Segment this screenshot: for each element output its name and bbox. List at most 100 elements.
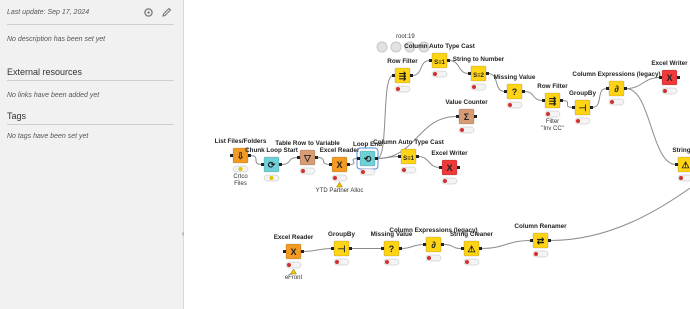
output-port[interactable] <box>474 115 477 118</box>
connection-line[interactable] <box>625 88 677 165</box>
output-port[interactable] <box>416 155 419 158</box>
configure-icon[interactable] <box>376 41 388 53</box>
output-port[interactable] <box>590 106 593 109</box>
input-port[interactable] <box>429 59 432 62</box>
node-groupby-1[interactable]: ⊣ GroupBy <box>569 90 596 125</box>
connection-line[interactable] <box>417 156 441 168</box>
input-port[interactable] <box>468 72 471 75</box>
output-port[interactable] <box>441 243 444 246</box>
output-port[interactable] <box>522 90 525 93</box>
node-loop-end[interactable]: ⟲Loop End <box>353 141 382 176</box>
input-port[interactable] <box>542 99 545 102</box>
node-title: Column Auto Type Cast <box>404 43 476 50</box>
input-port[interactable] <box>261 163 264 166</box>
output-port[interactable] <box>349 247 352 250</box>
connection-line[interactable] <box>561 100 574 108</box>
output-port[interactable] <box>399 247 402 250</box>
output-port[interactable] <box>315 156 318 159</box>
collapse-panel-button[interactable]: ‹ <box>178 228 188 240</box>
node-glyph-icon: ⇄ <box>537 236 545 246</box>
input-port[interactable] <box>423 243 426 246</box>
input-port[interactable] <box>675 163 678 166</box>
node-glyph-icon: S≡1 <box>403 156 415 162</box>
external-resources-heading: External resources <box>7 67 83 77</box>
node-excel-reader-1[interactable]: X Excel Reader YTD Partner Alloc <box>316 147 364 194</box>
workflow-canvas[interactable]: root:19 ⇩ List Files/Folders Crtco Files ⟳ Ch… <box>189 0 690 309</box>
output-port[interactable] <box>248 154 251 157</box>
node-status-light <box>287 263 291 267</box>
settings-icon[interactable] <box>143 7 154 18</box>
node-title: Excel Reader <box>320 147 360 154</box>
node-list-files[interactable]: ⇩ List Files/Folders CrtcoFiles <box>215 138 267 187</box>
input-port[interactable] <box>381 247 384 250</box>
node-chunk-loop-start[interactable]: ⟳ Chunk Loop Start <box>245 147 299 182</box>
node-groupby-2[interactable]: ⊣ GroupBy <box>328 231 355 266</box>
execute-icon[interactable] <box>390 41 402 53</box>
divider <box>7 24 174 25</box>
output-port[interactable] <box>347 163 350 166</box>
divider <box>7 124 174 125</box>
node-annotation: Filter <box>546 119 559 125</box>
input-port[interactable] <box>283 250 286 253</box>
input-port[interactable] <box>357 157 360 160</box>
node-glyph-icon: ⊣ <box>579 103 587 113</box>
node-missing-value-1[interactable]: ? Missing Value <box>494 74 536 109</box>
input-port[interactable] <box>530 239 533 242</box>
node-glyph-icon: ▽ <box>303 153 312 163</box>
node-string-cleaner-1[interactable]: ⚠ String Cl <box>672 147 690 182</box>
node-status-light <box>402 168 406 172</box>
input-port[interactable] <box>331 247 334 250</box>
connection-line[interactable] <box>442 244 463 249</box>
input-port[interactable] <box>329 163 332 166</box>
output-port[interactable] <box>410 74 413 77</box>
input-port[interactable] <box>392 74 395 77</box>
connection-line[interactable] <box>316 157 331 165</box>
node-title: Excel Reader <box>274 234 314 241</box>
output-port[interactable] <box>447 59 450 62</box>
node-title: String Cl <box>672 147 690 154</box>
input-port[interactable] <box>659 76 662 79</box>
output-port[interactable] <box>457 166 460 169</box>
connection-line[interactable] <box>480 240 532 249</box>
connection-line[interactable] <box>523 91 544 101</box>
output-port[interactable] <box>486 72 489 75</box>
connection-line[interactable] <box>549 187 690 241</box>
node-status-light <box>385 260 389 264</box>
input-port[interactable] <box>572 106 575 109</box>
node-row-filter-2[interactable]: ⇶ Row Filter Filter"Inv CC" <box>537 83 568 132</box>
node-glyph-icon: ? <box>389 244 395 254</box>
input-port[interactable] <box>230 154 233 157</box>
node-title: Row Filter <box>537 83 568 90</box>
output-port[interactable] <box>548 239 551 242</box>
node-value-counter[interactable]: Σ Value Counter <box>445 99 488 134</box>
output-port[interactable] <box>677 76 680 79</box>
connection-line[interactable] <box>302 248 333 252</box>
description-panel: Last update: Sep 17, 2024 No description… <box>0 0 184 309</box>
output-port[interactable] <box>301 250 304 253</box>
node-glyph-icon: ⚠ <box>467 244 475 254</box>
output-port[interactable] <box>279 163 282 166</box>
output-port[interactable] <box>375 157 378 160</box>
input-port[interactable] <box>606 87 609 90</box>
input-port[interactable] <box>398 155 401 158</box>
node-glyph-icon: ? <box>512 87 518 97</box>
node-excel-reader-2[interactable]: X Excel Reader eFront <box>274 234 314 281</box>
input-port[interactable] <box>297 156 300 159</box>
connection-line[interactable] <box>280 157 299 165</box>
connection-line[interactable] <box>400 244 425 249</box>
input-port[interactable] <box>439 166 442 169</box>
node-table-row-to-var[interactable]: ▽ Table Row to Variable <box>275 140 340 175</box>
connection-line[interactable] <box>625 77 661 89</box>
node-status-light <box>576 119 580 123</box>
input-port[interactable] <box>456 115 459 118</box>
workflow-graph[interactable]: root:19 ⇩ List Files/Folders CrtcoFiles ⟳ Ch… <box>189 0 690 309</box>
node-glyph-icon: X <box>446 163 452 173</box>
edit-pencil-icon[interactable] <box>161 7 172 18</box>
node-title: Column Expressions (legacy) <box>572 71 660 78</box>
output-port[interactable] <box>479 247 482 250</box>
output-port[interactable] <box>560 99 563 102</box>
input-port[interactable] <box>461 247 464 250</box>
connection-line[interactable] <box>249 155 263 165</box>
input-port[interactable] <box>504 90 507 93</box>
output-port[interactable] <box>624 87 627 90</box>
